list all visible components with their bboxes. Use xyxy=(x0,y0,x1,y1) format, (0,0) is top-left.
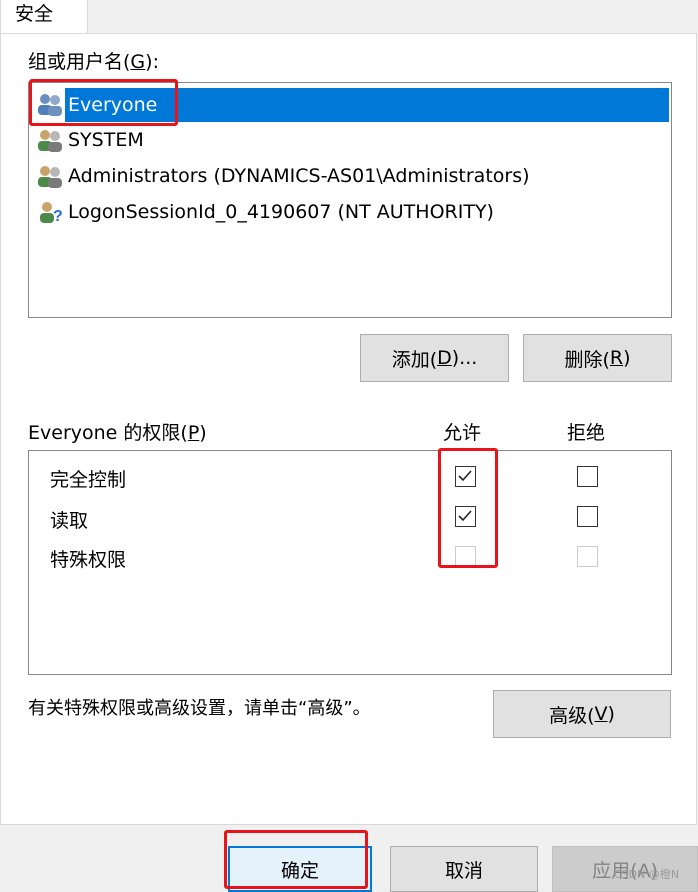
permission-read-label: 读取 xyxy=(50,510,89,532)
permission-full-control-label: 完全控制 xyxy=(50,469,127,491)
user-item-logon-session[interactable]: ? LogonSessionId_0_4190607 (NT AUTHORITY… xyxy=(36,195,668,229)
watermark: CSDN @橙N xyxy=(614,868,680,881)
group-or-user-names-label: 组或用户名(G): xyxy=(28,51,159,73)
tab-security-label: 安全 xyxy=(15,3,54,25)
cancel-button[interactable]: 取消 xyxy=(390,846,538,892)
tab-security[interactable]: 安全 xyxy=(0,0,88,34)
user-item-label: LogonSessionId_0_4190607 (NT AUTHORITY) xyxy=(68,201,494,223)
unknown-user-icon: ? xyxy=(40,202,63,225)
user-item-system[interactable]: SYSTEM xyxy=(36,123,668,157)
deny-special-checkbox xyxy=(577,546,598,567)
deny-column-header: 拒绝 xyxy=(567,422,606,444)
add-button[interactable]: 添加(D)... xyxy=(360,334,509,382)
user-group-icon xyxy=(38,130,62,152)
svg-text:?: ? xyxy=(53,208,63,225)
deny-read-checkbox[interactable] xyxy=(577,506,598,527)
annotation-box-ok xyxy=(224,830,368,889)
remove-button[interactable]: 删除(R) xyxy=(523,334,672,382)
annotation-box-allow xyxy=(438,448,498,568)
allow-column-header: 允许 xyxy=(443,422,482,444)
user-item-administrators[interactable]: Administrators (DYNAMICS-AS01\Administra… xyxy=(36,159,668,193)
advanced-button[interactable]: 高级(V) xyxy=(493,690,671,738)
advanced-hint-text: 有关特殊权限或高级设置，请单击“高级”。 xyxy=(28,698,371,719)
permissions-label: Everyone 的权限(P) xyxy=(28,422,207,444)
permission-special-label: 特殊权限 xyxy=(50,549,127,571)
user-group-icon xyxy=(38,166,62,188)
user-item-label: Administrators (DYNAMICS-AS01\Administra… xyxy=(68,165,530,187)
selected-user-label: Everyone xyxy=(68,94,158,116)
deny-full-control-checkbox[interactable] xyxy=(577,466,598,487)
user-item-label: SYSTEM xyxy=(68,129,144,151)
